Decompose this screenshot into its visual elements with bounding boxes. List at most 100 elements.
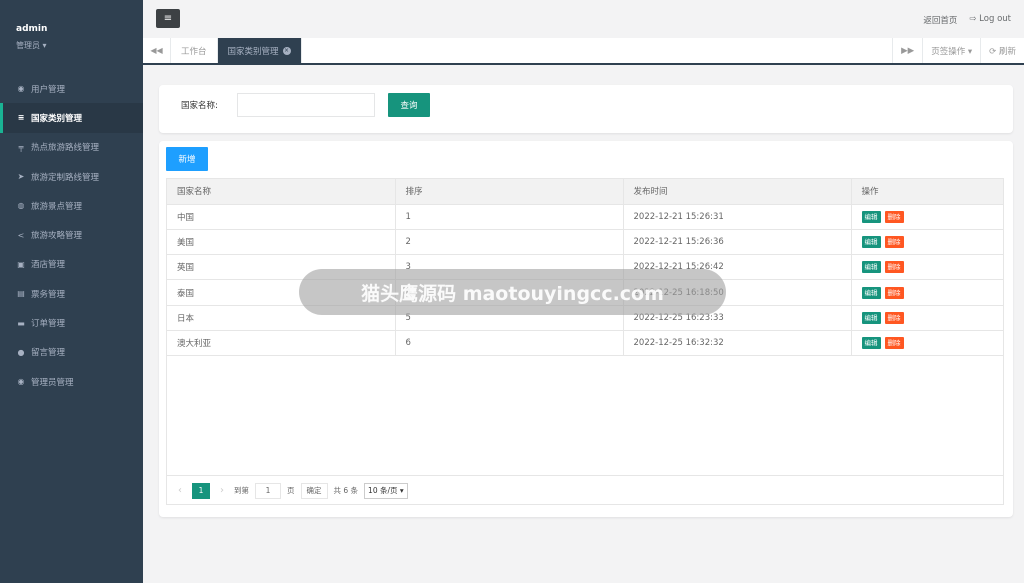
- sidebar-item-9[interactable]: ● 留言管理: [0, 338, 143, 367]
- credit-card-icon: ▬: [17, 318, 25, 328]
- sidebar-nav: ◉ 用户管理 ≡ 国家类别管理 ╤ 热点旅游路线管理 ➤ 旅游定制路线管理 ◍ 旅游景点管理 < 旅游…: [0, 74, 143, 396]
- cell-order: 6: [395, 330, 624, 357]
- sidebar-item-label: 票务管理: [31, 289, 66, 300]
- sidebar-item-label: 酒店管理: [31, 260, 66, 271]
- user-circle-icon: ◉: [17, 377, 25, 387]
- cell-order: 5: [395, 305, 624, 331]
- double-left-icon: ◀◀: [150, 46, 163, 55]
- sidebar-item-6[interactable]: ▣ 酒店管理: [0, 250, 143, 279]
- cell-actions: 编辑 删除: [851, 330, 1003, 357]
- delete-button[interactable]: 删除: [884, 311, 904, 324]
- delete-button[interactable]: 删除: [884, 286, 904, 299]
- refresh-button[interactable]: ⟳ 刷新: [980, 38, 1024, 63]
- logout-button[interactable]: ⇨ Log out: [969, 14, 1011, 26]
- car-icon: ▣: [17, 259, 25, 269]
- delete-button[interactable]: 删除: [884, 261, 904, 274]
- sidebar-item-label: 旅游定制路线管理: [31, 172, 100, 183]
- sidebar-item-label: 用户管理: [31, 84, 66, 95]
- sidebar-item-8[interactable]: ▬ 订单管理: [0, 308, 143, 337]
- sidebar-item-7[interactable]: ▤ 票务管理: [0, 279, 143, 308]
- sidebar-item-4[interactable]: ◍ 旅游景点管理: [0, 191, 143, 220]
- tab-label: 国家类别管理: [227, 46, 279, 57]
- col-header-order: 排序: [395, 179, 624, 205]
- sidebar-item-label: 管理员管理: [31, 377, 74, 388]
- delete-button[interactable]: 删除: [884, 210, 904, 223]
- table-row: 泰国 4 2022-12-25 16:18:50 编辑 删除: [167, 279, 1003, 306]
- country-name-input[interactable]: [237, 93, 375, 117]
- edit-button[interactable]: 编辑: [861, 337, 881, 350]
- id-card-icon: ▤: [17, 289, 25, 299]
- sidebar-item-label: 留言管理: [31, 348, 66, 359]
- add-button[interactable]: 新增: [166, 147, 208, 171]
- page-size-select[interactable]: 10 条/页 ▾: [364, 482, 408, 499]
- cell-order: 1: [395, 204, 624, 230]
- edit-button[interactable]: 编辑: [861, 261, 881, 274]
- goto-page-input[interactable]: 1: [255, 482, 281, 499]
- cell-actions: 编辑 删除: [851, 229, 1003, 256]
- edit-button[interactable]: 编辑: [861, 311, 881, 324]
- signpost-icon: ╤: [18, 142, 24, 152]
- cell-actions: 编辑 删除: [851, 254, 1003, 281]
- topbar: ≡ 返回首页 ⇨ Log out: [143, 0, 1024, 38]
- sidebar-item-label: 订单管理: [31, 319, 66, 330]
- tabs-next-button[interactable]: ▶▶: [892, 38, 922, 63]
- menu-toggle-button[interactable]: ≡: [156, 9, 180, 28]
- edit-button[interactable]: 编辑: [861, 286, 881, 299]
- cell-name: 美国: [167, 229, 396, 256]
- cell-time: 2022-12-21 15:26:36: [623, 229, 852, 256]
- double-right-icon: ▶▶: [901, 45, 915, 56]
- col-header-actions: 操作: [851, 179, 1003, 205]
- tab-dashboard[interactable]: 工作台: [171, 38, 218, 63]
- delete-button[interactable]: 删除: [884, 235, 904, 248]
- map-pin-icon: ◍: [17, 201, 25, 211]
- profile-name[interactable]: admin: [16, 24, 143, 34]
- next-page-button[interactable]: ›: [216, 485, 228, 496]
- goto-confirm-button[interactable]: 确定: [300, 482, 328, 499]
- edit-button[interactable]: 编辑: [861, 235, 881, 248]
- col-header-time: 发布时间: [623, 179, 852, 205]
- col-header-name: 国家名称: [167, 179, 396, 205]
- page-ops-dropdown[interactable]: 页签操作 ▾: [922, 38, 980, 63]
- cell-name: 日本: [167, 305, 396, 331]
- table-row: 澳大利亚 6 2022-12-25 16:32:32 编辑 删除: [167, 330, 1003, 357]
- tab-country-category[interactable]: 国家类别管理 ×: [217, 38, 302, 63]
- table-row: 美国 2 2022-12-21 15:26:36 编辑 删除: [167, 229, 1003, 256]
- pagination: ‹ 1 › 到第 1 页 确定 共 6 条 10 条/页 ▾: [166, 475, 1004, 505]
- tabs-right-tools: ▶▶ 页签操作 ▾ ⟳ 刷新: [892, 38, 1024, 63]
- page-label: 页: [287, 486, 295, 495]
- search-button[interactable]: 查询: [388, 93, 430, 117]
- cell-actions: 编辑 删除: [851, 204, 1003, 230]
- tab-label: 工作台: [181, 46, 207, 57]
- prev-page-button[interactable]: ‹: [174, 485, 186, 496]
- share-icon: <: [17, 230, 25, 240]
- delete-button[interactable]: 删除: [884, 337, 904, 350]
- sidebar-item-2[interactable]: ╤ 热点旅游路线管理: [0, 133, 143, 162]
- cell-order: 4: [395, 279, 624, 306]
- sidebar: admin 管理员 ▾ ◉ 用户管理 ≡ 国家类别管理 ╤ 热点旅游路线管理 ➤ 旅游定制路线…: [0, 0, 143, 583]
- sidebar-item-10[interactable]: ◉ 管理员管理: [0, 367, 143, 396]
- home-link[interactable]: 返回首页: [923, 14, 957, 26]
- table-row: 中国 1 2022-12-21 15:26:31 编辑 删除: [167, 204, 1003, 230]
- sidebar-item-0[interactable]: ◉ 用户管理: [0, 74, 143, 103]
- cell-actions: 编辑 删除: [851, 279, 1003, 306]
- cell-time: 2022-12-21 15:26:31: [623, 204, 852, 230]
- topbar-actions: 返回首页 ⇨ Log out: [923, 14, 1011, 26]
- sidebar-item-3[interactable]: ➤ 旅游定制路线管理: [0, 162, 143, 191]
- user-icon: ◉: [17, 84, 25, 94]
- close-icon[interactable]: ×: [282, 46, 291, 55]
- tabs-bar: ◀◀ 工作台 国家类别管理 × ▶▶ 页签操作 ▾ ⟳ 刷新: [143, 38, 1024, 65]
- sidebar-item-5[interactable]: < 旅游攻略管理: [0, 220, 143, 249]
- cell-time: 2022-12-25 16:18:50: [623, 279, 852, 306]
- total-count: 共 6 条: [333, 486, 359, 495]
- sidebar-item-1[interactable]: ≡ 国家类别管理: [0, 103, 143, 133]
- tabs-prev-button[interactable]: ◀◀: [143, 38, 171, 63]
- edit-button[interactable]: 编辑: [861, 210, 881, 223]
- table-header-row: 国家名称 排序 发布时间 操作: [167, 179, 1003, 205]
- profile-role-dropdown[interactable]: 管理员 ▾: [16, 40, 143, 51]
- current-page[interactable]: 1: [192, 482, 210, 499]
- goto-label: 到第: [234, 486, 249, 495]
- data-table: 国家名称 排序 发布时间 操作 中国 1 2022-12-21 15:26:31 编辑…: [166, 178, 1004, 505]
- country-name-label: 国家名称:: [181, 101, 218, 111]
- cell-time: 2022-12-25 16:23:33: [623, 305, 852, 331]
- cell-order: 3: [395, 254, 624, 281]
